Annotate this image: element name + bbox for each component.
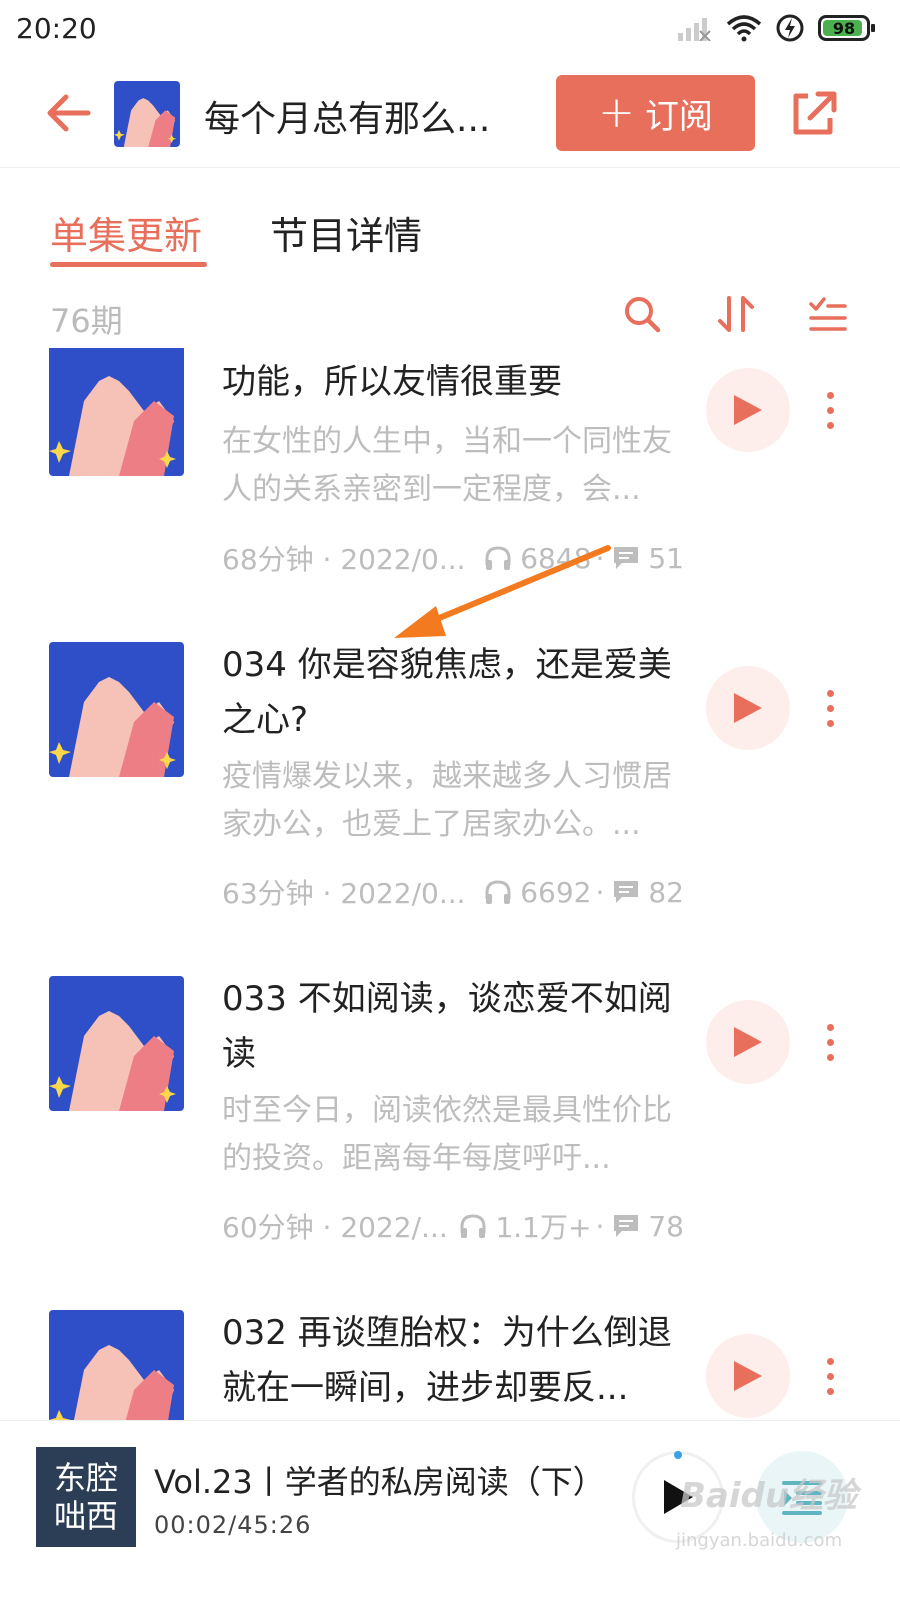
episode-meta: 63分钟 · 2022/0... 6692 · 82 xyxy=(222,872,684,912)
tab-details[interactable]: 节目详情 xyxy=(270,205,422,260)
more-options-button[interactable] xyxy=(818,678,842,738)
episode-title: 032 再谈堕胎权：为什么倒退就在一瞬间，进步却要反... xyxy=(222,1313,672,1408)
battery-level: 98 xyxy=(832,18,856,38)
play-button[interactable] xyxy=(706,1334,790,1418)
comment-count: 78 xyxy=(648,1209,684,1243)
episode-duration-date: 60分钟 · 2022/... xyxy=(222,1211,448,1244)
subscribe-label: 订阅 xyxy=(644,96,713,137)
signal-icon xyxy=(678,18,711,41)
episode-description: 时至今日，阅读依然是最具性价比的投资。距离每年每度呼吁... xyxy=(222,1093,672,1176)
list-item[interactable]: 032 再谈堕胎权：为什么倒退就在一瞬间，进步却要反... xyxy=(0,1306,900,1420)
more-options-button[interactable] xyxy=(818,380,842,440)
play-button[interactable] xyxy=(706,368,790,452)
status-bar: 20:20 98 xyxy=(0,0,900,64)
player-cover-line1: 东腔 xyxy=(53,1459,118,1497)
headphones-icon xyxy=(485,880,511,904)
episode-meta: 68分钟 · 2022/0... 6848 · 51 xyxy=(222,538,684,578)
status-icons: 98 xyxy=(678,14,875,42)
episode-list: 功能，所以友情很重要 在女性的人生中，当和一个同性友人的关系亲密到一定程度，会.… xyxy=(0,348,900,1420)
back-arrow-icon[interactable] xyxy=(44,88,94,138)
episode-title: 033 不如阅读，谈恋爱不如阅读 xyxy=(222,979,672,1074)
play-icon xyxy=(734,1027,762,1057)
active-tab-indicator xyxy=(50,262,207,267)
play-icon xyxy=(734,693,762,723)
player-cover: 东腔 咄西 xyxy=(36,1447,136,1547)
episode-cover xyxy=(49,1310,184,1420)
play-count: 6692 xyxy=(520,875,592,909)
comment-icon xyxy=(614,881,639,903)
episode-cover xyxy=(49,642,184,777)
player-time: 00:02/45:26 xyxy=(154,1511,312,1539)
play-button[interactable] xyxy=(706,666,790,750)
comment-count: 82 xyxy=(648,875,684,909)
plus-icon: + xyxy=(598,87,635,138)
baidu-watermark-url: jingyan.baidu.com xyxy=(676,1530,843,1551)
podcast-title: 每个月总有那么... xyxy=(204,99,491,140)
charging-icon xyxy=(776,14,804,42)
batch-select-icon[interactable] xyxy=(808,294,848,334)
list-item[interactable]: 功能，所以友情很重要 在女性的人生中，当和一个同性友人的关系亲密到一定程度，会.… xyxy=(0,348,900,576)
episode-cover xyxy=(49,348,184,476)
episode-title: 034 你是容貌焦虑，还是爱美之心? xyxy=(222,645,672,740)
tab-episodes[interactable]: 单集更新 xyxy=(50,205,202,260)
battery-icon: 98 xyxy=(818,15,875,41)
episode-description: 在女性的人生中，当和一个同性友人的关系亲密到一定程度，会... xyxy=(222,424,672,507)
podcast-cover xyxy=(114,81,180,147)
comment-icon xyxy=(614,547,639,569)
player-cover-line2: 咄西 xyxy=(53,1497,118,1535)
sort-icon[interactable] xyxy=(716,294,756,334)
share-icon[interactable] xyxy=(788,88,838,138)
comment-count: 51 xyxy=(648,541,684,575)
progress-indicator xyxy=(674,1451,682,1459)
wifi-icon xyxy=(726,15,762,42)
play-count: 6848 xyxy=(520,541,592,575)
headphones-icon xyxy=(485,546,511,570)
episode-duration-date: 68分钟 · 2022/0... xyxy=(222,543,466,576)
player-title: Vol.23丨学者的私房阅读（下） xyxy=(154,1463,605,1501)
play-button[interactable] xyxy=(706,1000,790,1084)
header: 每个月总有那么... + 订阅 xyxy=(0,64,900,168)
episode-duration-date: 63分钟 · 2022/0... xyxy=(222,877,466,910)
baidu-watermark: Baidu经验 xyxy=(680,1476,858,1516)
play-icon xyxy=(734,395,762,425)
more-options-button[interactable] xyxy=(818,1346,842,1406)
list-item[interactable]: 034 你是容貌焦虑，还是爱美之心? 疫情爆发以来，越来越多人习惯居家办公，也爱… xyxy=(0,638,900,972)
episode-meta: 60分钟 · 2022/... 1.1万+ · 78 xyxy=(222,1206,684,1246)
play-count: 1.1万+ xyxy=(495,1211,592,1244)
more-options-button[interactable] xyxy=(818,1012,842,1072)
episode-description: 疫情爆发以来，越来越多人习惯居家办公，也爱上了居家办公。... xyxy=(222,759,672,842)
status-time: 20:20 xyxy=(16,12,97,45)
subscribe-button[interactable]: + 订阅 xyxy=(556,75,755,151)
headphones-icon xyxy=(460,1214,486,1238)
episode-cover xyxy=(49,976,184,1111)
comment-icon xyxy=(614,1215,639,1237)
list-item[interactable]: 033 不如阅读，谈恋爱不如阅读 时至今日，阅读依然是最具性价比的投资。距离每年… xyxy=(0,972,900,1306)
search-icon[interactable] xyxy=(622,294,662,334)
play-icon xyxy=(734,1361,762,1391)
episode-title: 功能，所以友情很重要 xyxy=(222,362,562,402)
episode-count: 76期 xyxy=(50,302,123,340)
